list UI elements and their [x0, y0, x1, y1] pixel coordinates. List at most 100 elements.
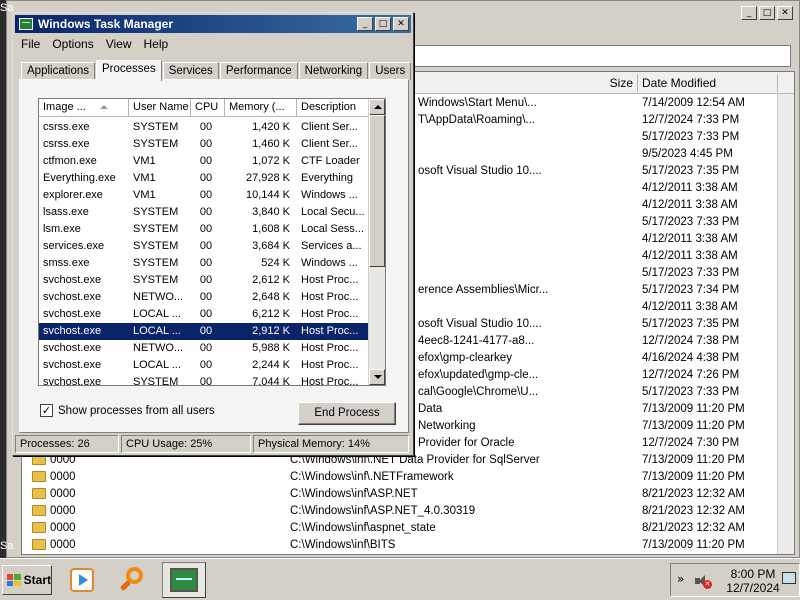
background-item-date: 7/13/2009 11:20 PM: [642, 539, 745, 551]
process-memory: 2,244 K: [252, 359, 290, 371]
minimize-button[interactable]: _: [357, 17, 373, 31]
process-row[interactable]: svchost.exe LOCAL ... 00 2,244 K Host Proc..…: [39, 357, 369, 374]
process-row[interactable]: svchost.exe SYSTEM 00 7,044 K Host Proc...: [39, 374, 369, 386]
menu-file[interactable]: File: [15, 35, 46, 53]
show-hidden-icons-chevron-icon[interactable]: »: [677, 572, 684, 586]
task-manager-title-bar[interactable]: Windows Task Manager: [15, 15, 411, 33]
background-item-path: Windows\Start Menu\...: [418, 97, 537, 109]
process-user-name: SYSTEM: [133, 257, 179, 269]
process-memory: 1,608 K: [252, 223, 290, 235]
taskbar-task-manager[interactable]: [162, 562, 206, 598]
process-row[interactable]: svchost.exe NETWO... 00 2,648 K Host Proc...: [39, 289, 369, 306]
background-list-item[interactable]: 0000 C:\Windows\inf\aspnet_state 8/21/2023…: [22, 521, 794, 538]
process-row[interactable]: lsass.exe SYSTEM 00 3,840 K Local Secu...: [39, 204, 369, 221]
process-row[interactable]: svchost.exe LOCAL ... 00 2,912 K Host Proc..…: [39, 323, 369, 340]
tab-users[interactable]: Users: [369, 62, 412, 80]
background-item-date: 4/12/2011 3:38 AM: [642, 301, 738, 313]
process-row[interactable]: csrss.exe SYSTEM 00 1,420 K Client Ser...: [39, 119, 369, 136]
maximize-button[interactable]: □: [375, 17, 391, 31]
process-image-name: svchost.exe: [43, 274, 102, 286]
background-item-date: 5/17/2023 7:34 PM: [642, 284, 740, 296]
background-list-item[interactable]: 0000 C:\Windows\inf\.NETFramework 7/13/200…: [22, 470, 794, 487]
taskbar-media-player[interactable]: [60, 562, 104, 598]
process-row[interactable]: Everything.exe VM1 00 27,928 K Everything: [39, 170, 369, 187]
folder-icon: [32, 522, 46, 533]
column-image-name-header[interactable]: Image ...: [39, 99, 129, 117]
folder-icon: [32, 505, 46, 516]
process-user-name: SYSTEM: [133, 138, 179, 150]
show-desktop-monitor-icon[interactable]: [782, 572, 796, 584]
process-image-name: svchost.exe: [43, 291, 102, 303]
process-row[interactable]: smss.exe SYSTEM 00 524 K Windows ...: [39, 255, 369, 272]
process-row[interactable]: services.exe SYSTEM 00 3,684 K Services a...: [39, 238, 369, 255]
column-user-name-header[interactable]: User Name: [129, 99, 191, 117]
background-minimize-button[interactable]: _: [741, 6, 757, 20]
background-list-item[interactable]: 0000 C:\Windows\inf\BITS 7/13/2009 11:20 P…: [22, 538, 794, 555]
volume-muted-icon[interactable]: ✕: [695, 574, 712, 589]
show-all-processes-checkbox[interactable]: ✓: [40, 404, 53, 417]
process-user-name: SYSTEM: [133, 206, 179, 218]
column-size-header[interactable]: Size: [542, 74, 638, 92]
search-icon: [117, 565, 147, 595]
process-list-scrollbar[interactable]: [368, 99, 385, 385]
process-row[interactable]: svchost.exe LOCAL ... 00 6,212 K Host Proc..…: [39, 306, 369, 323]
clock[interactable]: 8:00 PM 12/7/2024: [723, 567, 783, 595]
process-cpu: 00: [199, 206, 213, 218]
background-address-bar[interactable]: [407, 45, 791, 67]
process-memory: 10,144 K: [245, 189, 290, 201]
scroll-up-button[interactable]: [369, 99, 385, 115]
windows-logo-icon: [7, 574, 21, 586]
menu-help[interactable]: Help: [138, 35, 175, 53]
end-process-button[interactable]: End Process: [298, 402, 396, 425]
process-cpu: 00: [199, 308, 213, 320]
background-item-date: 5/17/2023 7:33 PM: [642, 386, 740, 398]
process-row[interactable]: lsm.exe SYSTEM 00 1,608 K Local Sess...: [39, 221, 369, 238]
process-row[interactable]: svchost.exe NETWO... 00 5,988 K Host Proc...: [39, 340, 369, 357]
process-list[interactable]: Image ... User Name CPU Memory (... Desc…: [38, 98, 386, 386]
process-description: Local Secu...: [301, 206, 365, 218]
process-image-name: svchost.exe: [43, 376, 102, 386]
process-cpu: 00: [199, 189, 213, 201]
background-list-item[interactable]: 0000 C:\Windows\inf\ASP.NET_4.0.30319 8/21…: [22, 504, 794, 521]
process-user-name: SYSTEM: [133, 240, 179, 252]
column-date-modified-header[interactable]: Date Modified: [638, 74, 778, 92]
process-cpu: 00: [199, 291, 213, 303]
tab-networking[interactable]: Networking: [298, 62, 369, 80]
background-list-item[interactable]: 0000 C:\Windows\inf\ASP.NET 8/21/2023 12:3…: [22, 487, 794, 504]
column-description-header[interactable]: Description: [297, 99, 369, 117]
process-row[interactable]: svchost.exe SYSTEM 00 2,612 K Host Proc...: [39, 272, 369, 289]
background-item-path: efox\gmp-clearkey: [418, 352, 512, 364]
taskbar-search-app[interactable]: [110, 562, 154, 598]
process-row[interactable]: explorer.exe VM1 00 10,144 K Windows ...: [39, 187, 369, 204]
tab-performance[interactable]: Performance: [219, 62, 298, 80]
background-scrollbar[interactable]: [777, 94, 794, 554]
background-maximize-button[interactable]: □: [759, 6, 775, 20]
window-title: Windows Task Manager: [38, 17, 174, 31]
show-all-processes-label[interactable]: Show processes from all users: [58, 405, 215, 417]
process-description: Host Proc...: [301, 308, 359, 320]
show-all-processes-option[interactable]: ✓ Show processes from all users: [40, 404, 215, 417]
background-item-date: 5/17/2023 7:33 PM: [642, 216, 740, 228]
process-memory: 2,648 K: [252, 291, 290, 303]
background-item-date: 4/12/2011 3:38 AM: [642, 199, 738, 211]
tab-processes[interactable]: Processes: [96, 60, 162, 81]
menu-options[interactable]: Options: [46, 35, 99, 53]
process-memory: 524 K: [261, 257, 290, 269]
background-item-date: 5/17/2023 7:33 PM: [642, 131, 740, 143]
scroll-down-button[interactable]: [369, 369, 385, 385]
process-memory: 2,612 K: [252, 274, 290, 286]
column-memory-header[interactable]: Memory (...: [225, 99, 297, 117]
background-item-path: C:\Windows\inf\aspnet_state: [290, 522, 436, 534]
background-close-button[interactable]: ✕: [777, 6, 793, 20]
process-image-name: ctfmon.exe: [43, 155, 97, 167]
tab-applications[interactable]: Applications: [21, 62, 96, 80]
menu-view[interactable]: View: [100, 35, 138, 53]
start-button[interactable]: Start: [2, 565, 52, 595]
close-button[interactable]: ✕: [393, 17, 409, 31]
tab-services[interactable]: Services: [162, 62, 219, 80]
scroll-thumb[interactable]: [369, 115, 385, 267]
background-item-date: 8/21/2023 12:32 AM: [642, 488, 745, 500]
process-row[interactable]: csrss.exe SYSTEM 00 1,460 K Client Ser...: [39, 136, 369, 153]
process-row[interactable]: ctfmon.exe VM1 00 1,072 K CTF Loader: [39, 153, 369, 170]
column-cpu-header[interactable]: CPU: [191, 99, 225, 117]
